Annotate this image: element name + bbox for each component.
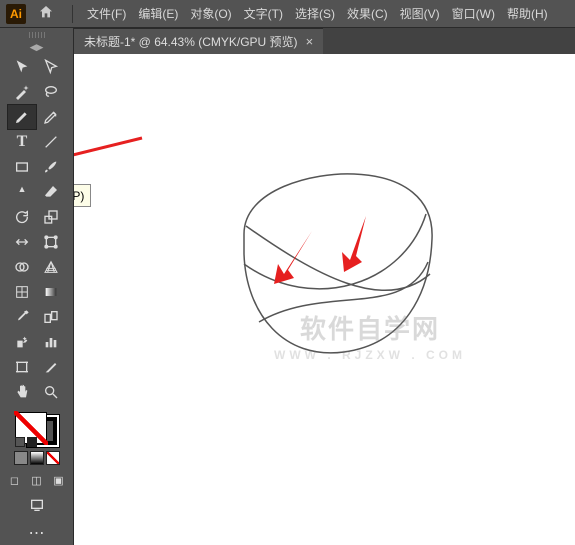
color-mode-row xyxy=(14,451,60,465)
color-mode-gradient[interactable] xyxy=(30,451,44,465)
shape-builder-tool[interactable] xyxy=(8,255,36,279)
line-segment-tool[interactable] xyxy=(37,130,65,154)
menu-type[interactable]: 文字(T) xyxy=(244,5,283,22)
swap-fill-stroke-icon[interactable] xyxy=(15,437,25,447)
document-area: 未标题-1* @ 64.43% (CMYK/GPU 预览) × xyxy=(74,28,575,545)
tool-panel: ◀▶ T xyxy=(0,28,74,545)
blend-tool[interactable] xyxy=(37,305,65,329)
document-tab-bar: 未标题-1* @ 64.43% (CMYK/GPU 预览) × xyxy=(74,28,575,54)
document-tab-title: 未标题-1* @ 64.43% (CMYK/GPU 预览) xyxy=(84,33,298,50)
paintbrush-tool[interactable] xyxy=(37,155,65,179)
direct-selection-tool[interactable] xyxy=(37,55,65,79)
shaper-tool[interactable] xyxy=(8,180,36,204)
panel-grip[interactable] xyxy=(7,32,67,38)
watermark-sub: WWW . RJZXW . COM xyxy=(274,348,466,362)
scale-tool[interactable] xyxy=(37,205,65,229)
curvature-tool[interactable] xyxy=(37,105,65,129)
menu-help[interactable]: 帮助(H) xyxy=(507,5,548,22)
menu-divider xyxy=(72,5,73,23)
watermark-main: 软件自学网 xyxy=(300,314,440,344)
watermark: 软件自学网 WWW . RJZXW . COM xyxy=(274,309,466,362)
screen-mode-row: ◻ ◫ ▣ xyxy=(5,471,69,489)
tooltip-pen-tool: 钢笔工具 (P) xyxy=(74,184,91,207)
menu-select[interactable]: 选择(S) xyxy=(295,5,335,22)
edit-toolbar-button[interactable]: ⋯ xyxy=(23,521,51,545)
type-tool[interactable]: T xyxy=(8,130,36,154)
menu-file[interactable]: 文件(F) xyxy=(87,5,126,22)
menu-bar: Ai 文件(F) 编辑(E) 对象(O) 文字(T) 选择(S) 效果(C) 视… xyxy=(0,0,575,28)
menu-view[interactable]: 视图(V) xyxy=(400,5,440,22)
body-row: ◀▶ T xyxy=(0,28,575,545)
fill-stroke-control[interactable] xyxy=(13,410,61,449)
draw-normal-icon[interactable]: ◻ xyxy=(5,471,25,489)
rotate-tool[interactable] xyxy=(8,205,36,229)
column-graph-tool[interactable] xyxy=(37,330,65,354)
app-window: Ai 文件(F) 编辑(E) 对象(O) 文字(T) 选择(S) 效果(C) 视… xyxy=(0,0,575,545)
free-transform-tool[interactable] xyxy=(37,230,65,254)
lasso-tool[interactable] xyxy=(37,80,65,104)
magic-wand-tool[interactable] xyxy=(8,80,36,104)
panel-collapse-icon[interactable]: ◀▶ xyxy=(7,42,67,52)
screen-mode-button[interactable] xyxy=(23,493,51,517)
rectangle-tool[interactable] xyxy=(8,155,36,179)
app-logo: Ai xyxy=(6,4,26,24)
home-icon[interactable] xyxy=(38,4,54,24)
close-tab-icon[interactable]: × xyxy=(306,34,314,49)
canvas[interactable]: 软件自学网 WWW . RJZXW . COM 钢笔工具 (P) xyxy=(74,54,575,545)
draw-behind-icon[interactable]: ◫ xyxy=(27,471,47,489)
annotation-arrow-left xyxy=(272,226,322,286)
symbol-sprayer-tool[interactable] xyxy=(8,330,36,354)
artboard-tool[interactable] xyxy=(8,355,36,379)
perspective-grid-tool[interactable] xyxy=(37,255,65,279)
gradient-tool[interactable] xyxy=(37,280,65,304)
selection-tool[interactable] xyxy=(8,55,36,79)
menu-window[interactable]: 窗口(W) xyxy=(452,5,495,22)
color-mode-none[interactable] xyxy=(46,451,60,465)
pen-tool[interactable] xyxy=(8,105,36,129)
eraser-tool[interactable] xyxy=(37,180,65,204)
hand-tool[interactable] xyxy=(8,380,36,404)
width-tool[interactable] xyxy=(8,230,36,254)
default-fill-stroke-icon[interactable] xyxy=(27,437,37,447)
slice-tool[interactable] xyxy=(37,355,65,379)
document-tab[interactable]: 未标题-1* @ 64.43% (CMYK/GPU 预览) × xyxy=(74,28,323,54)
zoom-tool[interactable] xyxy=(37,380,65,404)
tool-grid: T xyxy=(8,55,65,404)
mesh-tool[interactable] xyxy=(8,280,36,304)
draw-inside-icon[interactable]: ▣ xyxy=(49,471,69,489)
menu-effect[interactable]: 效果(C) xyxy=(347,5,388,22)
annotation-arrow-to-pen xyxy=(74,132,152,172)
eyedropper-tool[interactable] xyxy=(8,305,36,329)
color-mode-solid[interactable] xyxy=(14,451,28,465)
menu-edit[interactable]: 编辑(E) xyxy=(138,5,178,22)
annotation-arrow-right xyxy=(336,212,378,276)
menu-object[interactable]: 对象(O) xyxy=(190,5,231,22)
